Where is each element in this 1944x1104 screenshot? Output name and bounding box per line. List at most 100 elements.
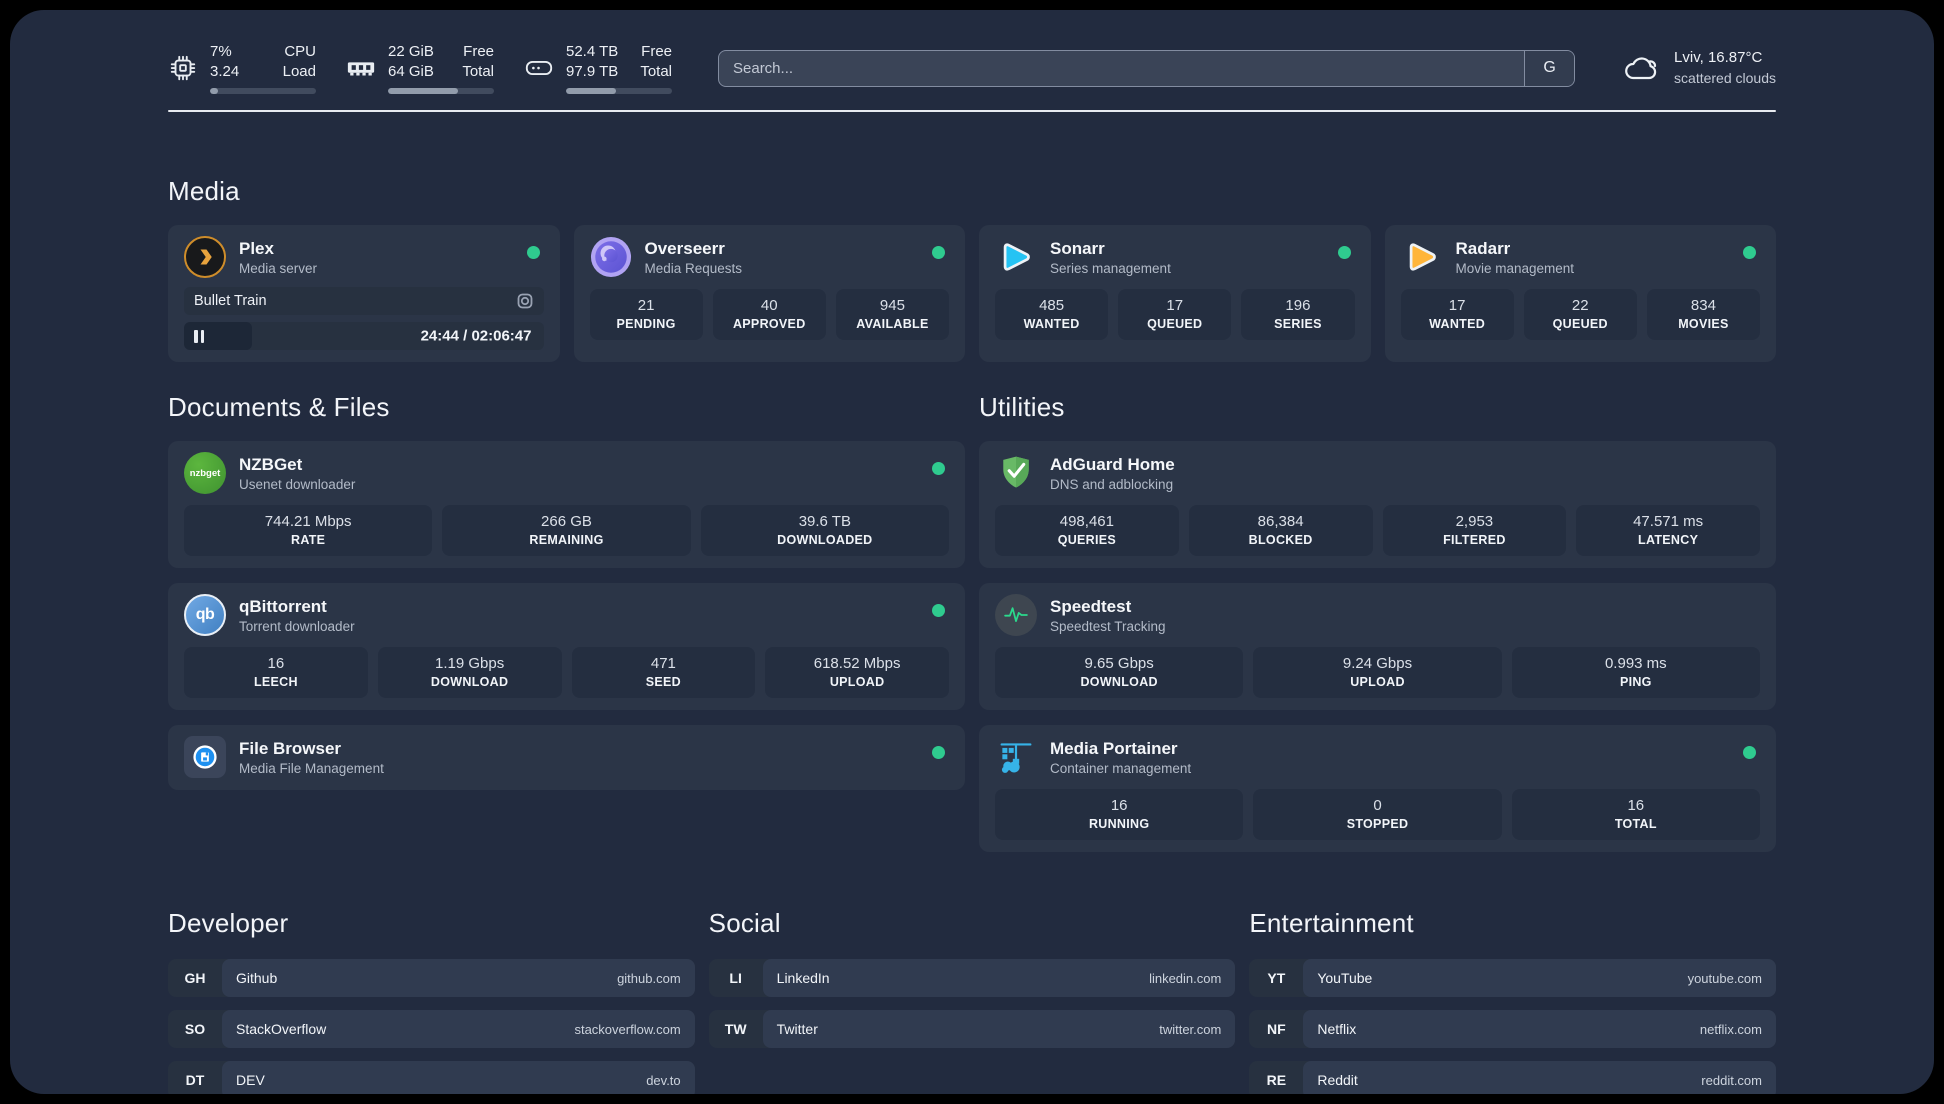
- app-card-filebrowser[interactable]: File Browser Media File Management: [168, 725, 965, 790]
- disk-icon: [525, 60, 553, 76]
- app-title: qBittorrent: [239, 596, 327, 616]
- app-card-overseerr[interactable]: Overseerr Media Requests 21 PENDING 40 A…: [573, 225, 965, 362]
- stat-queued: 17 QUEUED: [1118, 289, 1232, 340]
- stat-movies: 834 MOVIES: [1646, 289, 1761, 340]
- app-subtitle: Media server: [239, 260, 318, 276]
- adguard-icon: [995, 452, 1037, 494]
- stat-upload: 618.52 Mbps UPLOAD: [765, 647, 949, 698]
- stat-blocked: 86,384 BLOCKED: [1188, 505, 1373, 556]
- status-dot: [1337, 246, 1351, 259]
- speedtest-icon: [995, 594, 1037, 636]
- app-title: Overseerr: [644, 238, 725, 258]
- search-engine-button[interactable]: G: [1524, 50, 1575, 86]
- stat-wanted: 17 WANTED: [1400, 289, 1514, 340]
- stat-leech: 16 LEECH: [184, 647, 368, 698]
- app-subtitle: Container management: [1050, 760, 1192, 776]
- stat-ping: 0.993 ms PING: [1511, 647, 1760, 698]
- app-title: Media Portainer: [1050, 738, 1178, 758]
- dashboard-page: 7% 3.24 CPU Load 22 GiB 64 GiB Free Tota…: [10, 10, 1934, 1094]
- stat-stopped: 0 STOPPED: [1253, 789, 1502, 840]
- filebrowser-icon: [184, 736, 226, 778]
- bookmark-section-developer: Developer GH Github github.com SO StackO…: [168, 908, 695, 1094]
- system-metrics: 7% 3.24 CPU Load 22 GiB 64 GiB Free Tota…: [168, 42, 672, 95]
- plex-icon: [184, 236, 226, 278]
- top-bar: 7% 3.24 CPU Load 22 GiB 64 GiB Free Tota…: [168, 40, 1776, 96]
- section-title-social: Social: [708, 908, 781, 938]
- stat-running: 16 RUNNING: [995, 789, 1244, 840]
- radarr-icon: [1401, 236, 1443, 278]
- section-title-documents: Documents & Files: [168, 392, 390, 422]
- stat-series: 196 SERIES: [1241, 289, 1355, 340]
- weather-widget: Lviv, 16.87°C scattered clouds: [1621, 48, 1776, 87]
- search-input[interactable]: [719, 50, 1525, 86]
- pause-icon[interactable]: [194, 329, 204, 343]
- app-card-qbittorrent[interactable]: qb qBittorrent Torrent downloader 16 LEE…: [168, 583, 965, 710]
- middle-columns: Documents & Files nzbget NZBGet Usenet d…: [168, 392, 1776, 852]
- portainer-icon: [995, 736, 1037, 778]
- bookmarks-grid: Developer GH Github github.com SO StackO…: [168, 908, 1776, 1094]
- app-card-speedtest[interactable]: Speedtest Speedtest Tracking 9.65 Gbps D…: [979, 583, 1776, 710]
- stat-latency: 47.571 ms LATENCY: [1576, 505, 1760, 556]
- cast-icon[interactable]: [516, 292, 534, 310]
- storage-labels: Free Total: [640, 42, 672, 80]
- section-title-media: Media: [168, 176, 240, 206]
- status-dot: [1743, 246, 1756, 259]
- bookmark-linkedin[interactable]: LI LinkedIn linkedin.com: [708, 959, 1236, 997]
- storage-values: 52.4 TB 97.9 TB: [566, 42, 619, 80]
- stat-total: 16 TOTAL: [1511, 789, 1760, 840]
- status-dot: [1743, 746, 1756, 759]
- qbittorrent-icon: qb: [184, 594, 226, 636]
- memory-metric: 22 GiB 64 GiB Free Total: [346, 42, 494, 95]
- app-title: Sonarr: [1050, 238, 1105, 258]
- bookmark-stackoverflow[interactable]: SO StackOverflow stackoverflow.com: [168, 1010, 695, 1048]
- header-divider: [168, 110, 1776, 112]
- plex-now-playing: Bullet Train 24:44 / 02:06:47: [184, 287, 544, 350]
- bookmark-github[interactable]: GH Github github.com: [168, 959, 695, 997]
- cpu-metric: 7% 3.24 CPU Load: [168, 42, 316, 95]
- stat-available: 945 AVAILABLE: [835, 289, 950, 340]
- stat-downloaded: 39.6 TB DOWNLOADED: [700, 505, 949, 556]
- playback-progress-bar[interactable]: 24:44 / 02:06:47: [184, 322, 544, 350]
- weather-location: Lviv, 16.87°C: [1674, 49, 1763, 67]
- app-title: Radarr: [1455, 238, 1511, 258]
- search-bar: G: [718, 49, 1576, 87]
- memory-labels: Free Total: [462, 42, 494, 80]
- bookmark-youtube[interactable]: YT YouTube youtube.com: [1249, 959, 1776, 997]
- bookmark-twitter[interactable]: TW Twitter twitter.com: [708, 1010, 1236, 1048]
- bookmark-section-entertainment: Entertainment YT YouTube youtube.com NF …: [1249, 908, 1776, 1094]
- stat-queries: 498,461 QUERIES: [995, 505, 1179, 556]
- overseerr-icon: [590, 236, 632, 278]
- stat-filtered: 2,953 FILTERED: [1382, 505, 1567, 556]
- app-subtitle: Movie management: [1455, 260, 1575, 276]
- memory-progress-bar: [388, 88, 494, 95]
- status-dot: [932, 462, 945, 475]
- stat-download: 9.65 Gbps DOWNLOAD: [995, 647, 1244, 698]
- cpu-icon: [170, 55, 196, 81]
- app-title: Plex: [239, 238, 274, 258]
- bookmark-netflix[interactable]: NF Netflix netflix.com: [1249, 1010, 1776, 1048]
- app-card-portainer[interactable]: Media Portainer Container management 16 …: [979, 725, 1776, 852]
- app-card-radarr[interactable]: Radarr Movie management 17 WANTED 22 QUE…: [1384, 225, 1776, 362]
- app-subtitle: DNS and adblocking: [1050, 476, 1174, 492]
- bookmark-dev[interactable]: DT DEV dev.to: [168, 1061, 695, 1094]
- app-card-nzbget[interactable]: nzbget NZBGet Usenet downloader 744.21 M…: [168, 441, 965, 568]
- app-card-sonarr[interactable]: Sonarr Series management 485 WANTED 17 Q…: [979, 225, 1371, 362]
- stat-queued: 22 QUEUED: [1523, 289, 1637, 340]
- cpu-labels: CPU Load: [282, 42, 316, 80]
- now-playing-row: Bullet Train: [184, 287, 544, 315]
- app-subtitle: Media File Management: [239, 760, 384, 776]
- app-subtitle: Series management: [1050, 260, 1171, 276]
- app-card-adguard[interactable]: AdGuard Home DNS and adblocking 498,461 …: [979, 441, 1776, 568]
- cpu-progress-bar: [210, 88, 316, 95]
- app-card-plex[interactable]: Plex Media server Bullet Train 24:44 / 0…: [168, 225, 560, 362]
- stat-upload: 9.24 Gbps UPLOAD: [1253, 647, 1502, 698]
- stat-pending: 21 PENDING: [589, 289, 703, 340]
- playback-time: 24:44 / 02:06:47: [420, 327, 532, 345]
- storage-metric: 52.4 TB 97.9 TB Free Total: [524, 42, 672, 95]
- app-subtitle: Media Requests: [644, 260, 743, 276]
- bookmark-reddit[interactable]: RE Reddit reddit.com: [1249, 1061, 1776, 1094]
- section-title-developer: Developer: [168, 908, 289, 938]
- stat-rate: 744.21 Mbps RATE: [184, 505, 433, 556]
- stat-remaining: 266 GB REMAINING: [442, 505, 691, 556]
- status-dot: [932, 246, 945, 259]
